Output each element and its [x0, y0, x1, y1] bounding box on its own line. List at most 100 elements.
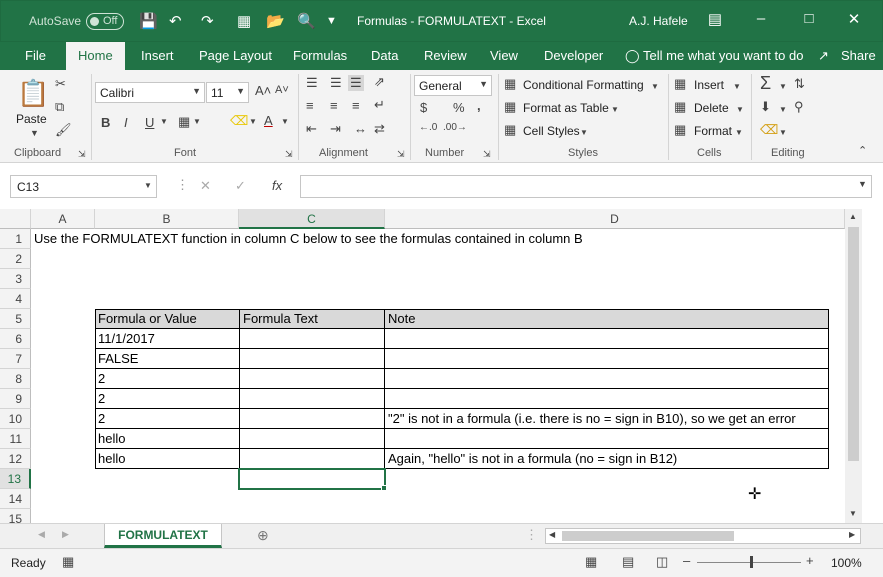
redo-icon[interactable]: ↷: [201, 12, 214, 30]
vertical-scrollbar[interactable]: ▲ ▼: [845, 209, 862, 523]
cell-b11[interactable]: hello: [95, 429, 125, 449]
autosave-toggle[interactable]: Off: [86, 13, 124, 30]
scroll-up-icon[interactable]: ▲: [849, 212, 857, 221]
scroll-left-icon[interactable]: ◀: [549, 530, 555, 539]
cell-styles-icon[interactable]: ▦: [504, 122, 516, 138]
share-button[interactable]: Share: [841, 48, 876, 63]
open-icon[interactable]: 📂: [266, 12, 285, 30]
row-header[interactable]: 8: [0, 369, 31, 389]
tab-review[interactable]: Review: [424, 48, 467, 63]
customize-qat-icon[interactable]: ▼: [326, 15, 337, 27]
cell-b9[interactable]: 2: [95, 389, 105, 409]
cell-c5[interactable]: Formula Text: [240, 309, 318, 329]
zoom-level[interactable]: 100%: [831, 556, 862, 570]
chevron-down-icon[interactable]: ▼: [733, 82, 741, 91]
insert-button[interactable]: Insert: [694, 78, 724, 92]
top-align-icon[interactable]: ☰: [306, 75, 318, 91]
delete-button[interactable]: Delete: [694, 101, 729, 115]
decrease-decimal-icon[interactable]: .00→: [443, 122, 467, 133]
tab-file[interactable]: File: [25, 48, 46, 63]
row-header[interactable]: 1: [0, 229, 31, 249]
insert-cells-icon[interactable]: ▦: [674, 76, 686, 92]
scroll-right-icon[interactable]: ▶: [849, 530, 855, 539]
cell-b5[interactable]: Formula or Value: [95, 309, 197, 329]
bottom-align-icon[interactable]: ☰: [348, 75, 364, 91]
formula-input[interactable]: [300, 175, 872, 198]
delete-cells-icon[interactable]: ▦: [674, 99, 686, 115]
cell-d12[interactable]: Again, "hello" is not in a formula (no =…: [385, 449, 677, 469]
format-as-table-button[interactable]: Format as Table: [523, 101, 609, 115]
user-name[interactable]: A.J. Hafele: [629, 14, 688, 28]
close-icon[interactable]: ✕: [844, 10, 864, 28]
wrap-text-icon[interactable]: ↵: [374, 97, 385, 113]
insert-function-icon[interactable]: fx: [272, 178, 282, 193]
tab-data[interactable]: Data: [371, 48, 398, 63]
format-as-table-icon[interactable]: ▦: [504, 99, 516, 115]
page-break-view-icon[interactable]: ◫: [656, 554, 668, 570]
conditional-formatting-icon[interactable]: ▦: [504, 76, 516, 92]
underline-icon[interactable]: U: [145, 115, 154, 130]
cell-d10[interactable]: "2" is not in a formula (i.e. there is n…: [385, 409, 796, 429]
zoom-slider-thumb[interactable]: [750, 556, 753, 568]
row-header[interactable]: 13: [0, 469, 31, 489]
fill-color-icon[interactable]: ⌫: [230, 113, 248, 129]
middle-align-icon[interactable]: ☰: [330, 75, 342, 91]
conditional-formatting-button[interactable]: Conditional Formatting: [523, 78, 644, 92]
sort-filter-icon[interactable]: ⇅: [794, 76, 805, 92]
tab-view[interactable]: View: [490, 48, 518, 63]
tab-insert[interactable]: Insert: [141, 48, 174, 63]
increase-indent-icon[interactable]: ⇥: [330, 121, 341, 137]
font-launcher-icon[interactable]: ⇲: [285, 149, 293, 160]
new-sheet-icon[interactable]: ⊕: [257, 527, 269, 544]
font-size-combo[interactable]: 11 ▼: [206, 82, 249, 103]
minimize-icon[interactable]: –: [751, 10, 771, 27]
text-direction-icon[interactable]: ⇄: [374, 121, 385, 137]
row-header[interactable]: 5: [0, 309, 31, 329]
cancel-icon[interactable]: ✕: [200, 178, 211, 194]
comma-icon[interactable]: ,: [477, 98, 481, 113]
next-sheet-icon[interactable]: ▶: [62, 529, 69, 540]
cell-b10[interactable]: 2: [95, 409, 105, 429]
selected-cell-c13[interactable]: [238, 468, 386, 490]
fill-icon[interactable]: ⬇: [760, 99, 771, 115]
select-all-corner[interactable]: [0, 209, 31, 229]
scroll-thumb[interactable]: [848, 227, 859, 461]
font-color-dropdown-icon[interactable]: ▼: [281, 117, 289, 126]
clipboard-launcher-icon[interactable]: ⇲: [78, 149, 86, 160]
row-header[interactable]: 9: [0, 389, 31, 409]
horizontal-scrollbar[interactable]: ◀ ▶: [545, 528, 861, 544]
row-header[interactable]: 12: [0, 449, 31, 469]
fill-color-dropdown-icon[interactable]: ▼: [249, 117, 257, 126]
alignment-launcher-icon[interactable]: ⇲: [397, 149, 405, 160]
borders-dropdown-icon[interactable]: ▼: [193, 117, 201, 126]
decrease-indent-icon[interactable]: ⇤: [306, 121, 317, 137]
expand-formula-icon[interactable]: ▼: [858, 179, 867, 189]
chevron-down-icon[interactable]: ▼: [651, 82, 659, 91]
column-header-a[interactable]: A: [31, 209, 95, 229]
zoom-out-icon[interactable]: –: [683, 553, 690, 568]
percent-icon[interactable]: %: [453, 100, 465, 115]
clear-icon[interactable]: ⌫: [760, 122, 778, 138]
chevron-down-icon[interactable]: ▼: [580, 128, 588, 137]
paste-label[interactable]: Paste: [16, 112, 47, 126]
tab-home[interactable]: Home: [66, 42, 125, 70]
cell-b8[interactable]: 2: [95, 369, 105, 389]
grid-icon[interactable]: ▦: [237, 12, 251, 30]
align-center-icon[interactable]: ≡: [330, 98, 338, 113]
tab-page-layout[interactable]: Page Layout: [199, 48, 272, 63]
collapse-ribbon-icon[interactable]: ⌃: [858, 144, 867, 157]
borders-icon[interactable]: ▦: [178, 114, 190, 130]
italic-icon[interactable]: I: [124, 115, 128, 130]
bold-icon[interactable]: B: [101, 115, 110, 130]
increase-decimal-icon[interactable]: ←.0: [419, 122, 437, 133]
underline-dropdown-icon[interactable]: ▼: [160, 117, 168, 126]
scroll-thumb[interactable]: [562, 531, 734, 541]
zoom-slider[interactable]: [697, 562, 801, 563]
cell-styles-button[interactable]: Cell Styles: [523, 124, 580, 138]
chevron-down-icon[interactable]: ▼: [611, 105, 619, 114]
row-header[interactable]: 15: [0, 509, 31, 523]
merge-center-icon[interactable]: ↔: [354, 121, 367, 136]
sheet-tab-formulatext[interactable]: FORMULATEXT: [104, 524, 222, 548]
tab-formulas[interactable]: Formulas: [293, 48, 347, 63]
row-header[interactable]: 4: [0, 289, 31, 309]
